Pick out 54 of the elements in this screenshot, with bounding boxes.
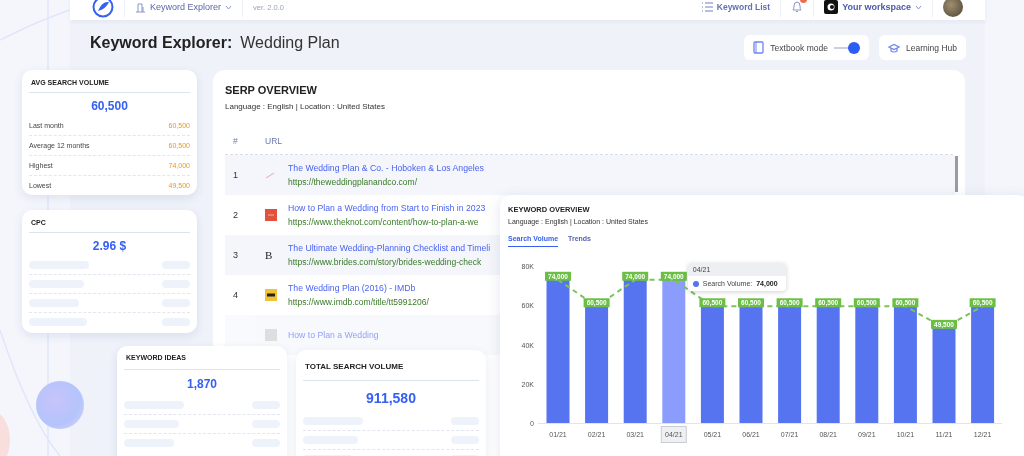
bar[interactable] [778, 304, 802, 423]
book-icon [753, 41, 765, 54]
favicon-icon [265, 289, 277, 301]
column-header: URL [265, 136, 282, 146]
bar[interactable] [585, 304, 609, 423]
row-number: 1 [233, 170, 238, 180]
result-link[interactable]: The Wedding Plan & Co. - Hoboken & Los Angeles [288, 163, 484, 173]
scrollbar[interactable] [955, 156, 958, 192]
result-url: https://theweddingplanandco.com/ [288, 177, 418, 187]
graduation-cap-icon [887, 42, 900, 53]
metric-value: 2.96 $ [91, 238, 128, 255]
decoration-circle [36, 381, 84, 429]
metric-value: 1,870 [186, 376, 218, 393]
result-url: https://www.theknot.com/content/how-to-plan-a-we [288, 217, 480, 227]
favicon-icon [265, 209, 277, 221]
bar[interactable] [816, 304, 840, 423]
bar[interactable] [971, 304, 995, 423]
app-menu-dropdown[interactable]: Keyword Explorer [135, 1, 233, 13]
bar[interactable] [893, 304, 917, 423]
series-dot [692, 280, 699, 287]
panel-subtitle: Language : English | Location : United States [225, 102, 386, 111]
metric-value: 60,500 [90, 98, 129, 115]
toggle-label: Textbook mode [770, 42, 828, 53]
bar[interactable] [700, 304, 724, 423]
result-link[interactable]: The Wedding Plan (2016) - IMDb [288, 283, 429, 293]
list-icon [700, 2, 713, 12]
favicon-icon [265, 170, 275, 180]
bell-icon[interactable] [791, 1, 804, 13]
metric-value: 911,580 [365, 389, 417, 408]
row-number: 2 [233, 210, 238, 220]
card-title: TOTAL SEARCH VOLUME [303, 350, 479, 381]
page-title: Keyword Explorer: [90, 34, 233, 52]
building-icon [135, 1, 146, 13]
favicon-icon [265, 329, 277, 341]
bar[interactable] [739, 304, 763, 423]
caret-icon [225, 4, 233, 10]
result-url: https://www.imdb.com/title/tt5991206/ [288, 297, 429, 307]
result-link[interactable]: How to Plan a Wedding from Start to Finish in 2023 [288, 203, 486, 213]
column-header: # [232, 136, 239, 146]
learning-hub-button[interactable]: Learning Hub [878, 35, 966, 60]
panel-title: SERP OVERVIEW [225, 84, 318, 96]
result-url: https://www.brides.com/story/brides-wedding-check [288, 257, 483, 267]
favicon-icon: B [265, 249, 273, 261]
workspace-dropdown[interactable]: Your workspace [824, 0, 922, 14]
toggle-switch[interactable] [833, 42, 860, 53]
keyword-list-button[interactable]: Keyword List [700, 2, 771, 12]
bar[interactable] [855, 304, 879, 423]
result-link[interactable]: The Ultimate Wedding-Planning Checklist and Timeli [288, 243, 491, 253]
row-number: 3 [233, 250, 238, 260]
keyword-text: Wedding Plan [240, 34, 340, 52]
logo-icon[interactable] [92, 0, 114, 18]
caret-icon [915, 4, 922, 10]
avatar[interactable] [943, 0, 963, 17]
row-number: 4 [233, 290, 238, 300]
